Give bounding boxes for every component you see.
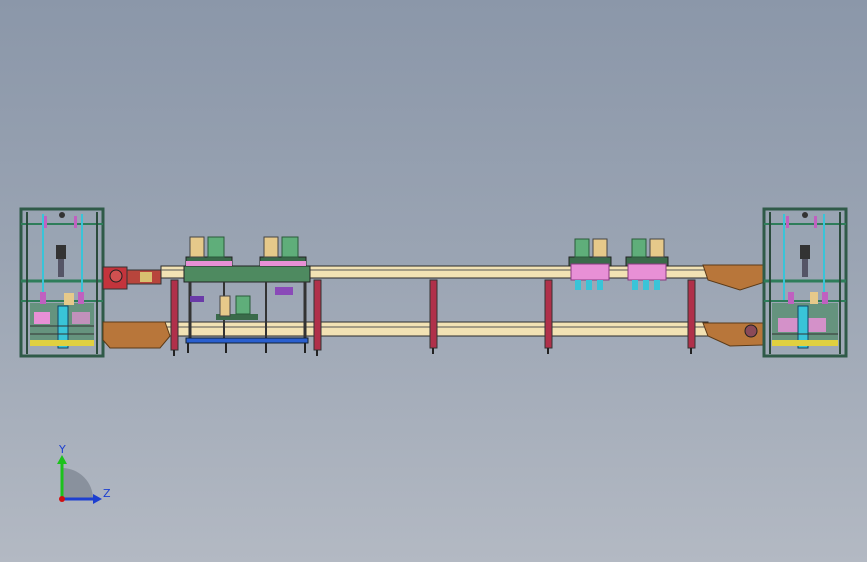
cad-assembly-scene: Y Z — [19, 207, 848, 504]
triad-origin — [59, 496, 65, 502]
coordinate-triad: Y Z — [57, 443, 111, 504]
left-lower-end-block — [102, 321, 171, 349]
right-station[interactable] — [762, 207, 848, 358]
y-axis-label: Y — [58, 443, 66, 456]
lift-table[interactable] — [183, 265, 311, 353]
cad-viewport[interactable]: Y Z — [0, 0, 867, 562]
z-axis-label: Z — [103, 487, 111, 500]
fixture-1[interactable] — [185, 236, 233, 267]
right-upper-end-block — [702, 264, 766, 291]
triad-quarter-disc — [62, 468, 93, 499]
fixture-4[interactable] — [625, 238, 669, 290]
right-drive-wheel — [744, 324, 758, 338]
fixture-2[interactable] — [259, 236, 307, 267]
left-station[interactable] — [19, 207, 105, 358]
left-drive-motor[interactable] — [102, 266, 162, 290]
fixture-3[interactable] — [568, 238, 612, 290]
lower-rail — [102, 321, 709, 337]
